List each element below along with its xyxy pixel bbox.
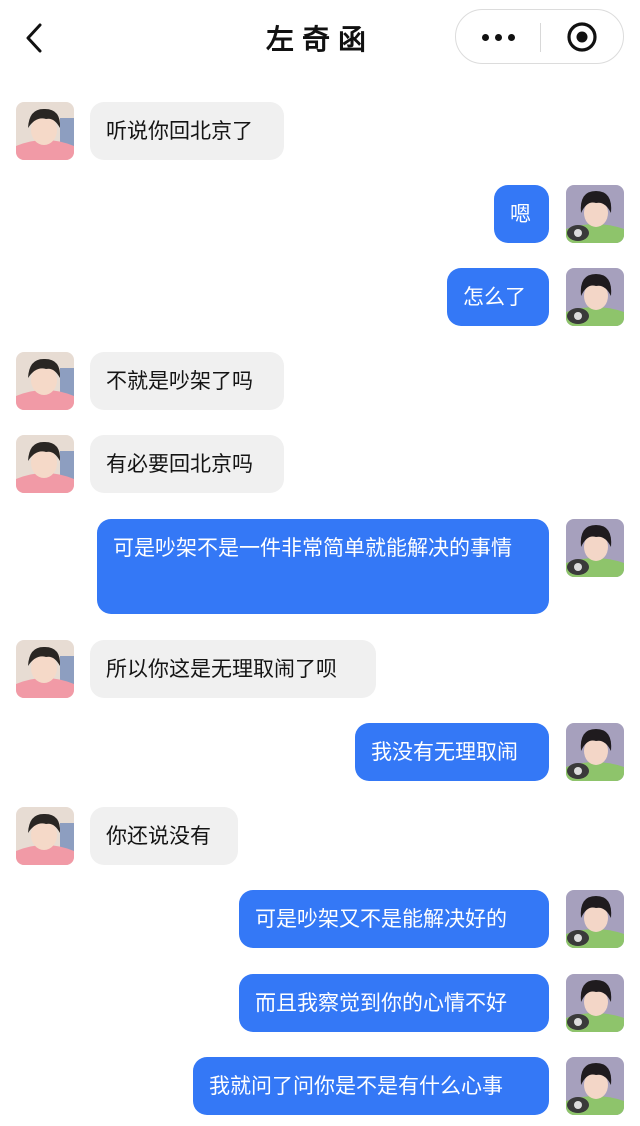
avatar[interactable] <box>566 519 624 577</box>
avatar[interactable] <box>16 352 74 410</box>
mini-program-capsule <box>455 9 624 64</box>
avatar[interactable] <box>566 185 624 243</box>
message-bubble[interactable]: 有必要回北京吗 <box>90 435 284 493</box>
avatar[interactable] <box>566 890 624 948</box>
message-bubble[interactable]: 我没有无理取闹 <box>355 723 549 781</box>
message-bubble[interactable]: 我就问了问你是不是有什么心事 <box>193 1057 549 1115</box>
message-bubble[interactable]: 而且我察觉到你的心情不好 <box>239 974 549 1032</box>
avatar[interactable] <box>16 435 74 493</box>
message-bubble[interactable]: 听说你回北京了 <box>90 102 284 160</box>
message-bubble[interactable]: 嗯 <box>494 185 549 243</box>
message-bubble[interactable]: 不就是吵架了吗 <box>90 352 284 410</box>
capsule-divider <box>540 23 541 52</box>
message-bubble[interactable]: 你还说没有 <box>90 807 238 865</box>
avatar[interactable] <box>16 640 74 698</box>
avatar[interactable] <box>566 974 624 1032</box>
avatar[interactable] <box>566 268 624 326</box>
message-bubble[interactable]: 可是吵架不是一件非常简单就能解决的事情 <box>97 519 549 614</box>
message-bubble[interactable]: 所以你这是无理取闹了呗 <box>90 640 376 698</box>
target-circle-icon[interactable] <box>566 21 598 53</box>
message-bubble[interactable]: 怎么了 <box>447 268 549 326</box>
avatar[interactable] <box>16 807 74 865</box>
more-dots-icon[interactable] <box>470 18 526 56</box>
avatar[interactable] <box>566 723 624 781</box>
nav-bar: 左奇函 <box>0 0 640 78</box>
avatar[interactable] <box>566 1057 624 1115</box>
message-bubble[interactable]: 可是吵架又不是能解决好的 <box>239 890 549 948</box>
avatar[interactable] <box>16 102 74 160</box>
